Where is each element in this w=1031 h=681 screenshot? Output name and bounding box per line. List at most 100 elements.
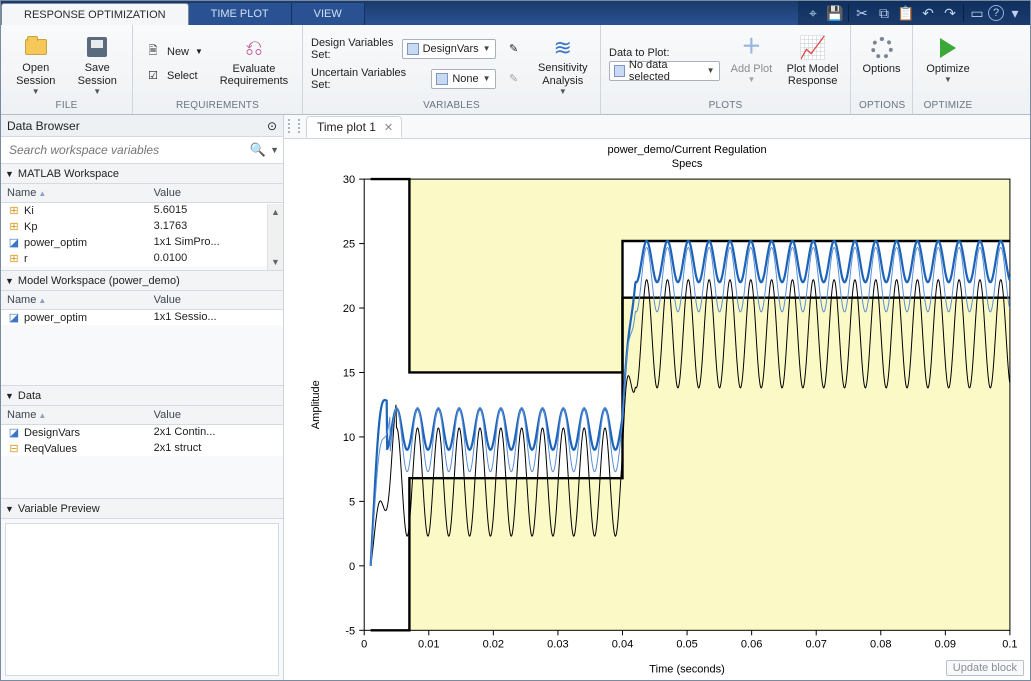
table-row[interactable]: ◪power_optim1x1 Sessio...: [1, 309, 283, 325]
pencil-icon: ✎: [506, 41, 522, 57]
options-button[interactable]: Options: [859, 31, 904, 97]
toolstrip-group-requirements: 🗎 New ▼ ☑ Select ⎌ Evaluate Requirements…: [133, 25, 303, 114]
paste-icon[interactable]: 📋: [895, 2, 917, 24]
new-requirement-button[interactable]: 🗎 New ▼: [141, 41, 207, 63]
uncertain-vars-label: Uncertain Variables Set:: [311, 67, 425, 91]
svg-text:20: 20: [343, 303, 355, 315]
var-icon: ⊞: [7, 220, 21, 233]
table-row[interactable]: ⊞r0.0100: [1, 250, 283, 266]
label: Select: [167, 70, 198, 82]
edit-design-vars-button[interactable]: ✎: [502, 38, 526, 60]
update-block-button[interactable]: Update block: [946, 660, 1024, 676]
svg-text:0.06: 0.06: [741, 638, 762, 650]
table-row[interactable]: ⊞Ki5.6015: [1, 202, 283, 218]
svg-text:0.04: 0.04: [612, 638, 633, 650]
search-input[interactable]: [5, 141, 246, 159]
tab-time-plot[interactable]: TIME PLOT: [189, 3, 292, 25]
table-row[interactable]: ⊟ReqValues2x1 struct: [1, 440, 283, 456]
cut-icon[interactable]: ✂: [851, 2, 873, 24]
twisty-icon: ▼: [5, 169, 14, 179]
label: Optimize: [926, 63, 969, 76]
save-icon[interactable]: 💾: [824, 2, 846, 24]
col-name[interactable]: Name▲: [1, 406, 148, 424]
tab-view[interactable]: VIEW: [292, 3, 365, 25]
open-session-button[interactable]: Open Session ▼: [9, 31, 63, 97]
save-session-button[interactable]: Save Session ▼: [71, 31, 125, 97]
search-options-icon[interactable]: ▼: [270, 145, 279, 155]
select-requirement-button[interactable]: ☑ Select: [141, 65, 207, 87]
close-icon[interactable]: ✕: [384, 121, 393, 134]
folder-open-icon: [22, 35, 50, 61]
paramset-icon: [407, 43, 419, 55]
main-area: Data Browser ⊙ 🔍 ▼ ▼ MATLAB Workspace Na…: [1, 115, 1030, 680]
quick-access-toolbar: ⌖ 💾 ✂ ⧉ 📋 ↶ ↷ ▭ ? ▾: [798, 1, 1030, 25]
uncertain-vars-combo[interactable]: None ▼: [431, 69, 495, 89]
document-area: Time plot 1 ✕ 00.010.020.030.040.050.060…: [284, 115, 1030, 680]
doc-tab-time-plot-1[interactable]: Time plot 1 ✕: [306, 116, 402, 138]
plot-response-icon: 📈: [799, 35, 827, 61]
col-name[interactable]: Name▲: [1, 184, 148, 202]
var-icon: ⊞: [7, 252, 21, 265]
redo-icon[interactable]: ↷: [939, 2, 961, 24]
svg-text:0.05: 0.05: [676, 638, 697, 650]
label: Open Session: [16, 62, 55, 87]
copy-icon[interactable]: ⧉: [873, 2, 895, 24]
obj-icon: ◪: [7, 311, 21, 324]
label: Sensitivity Analysis: [538, 62, 588, 87]
tab-response-optimization[interactable]: RESPONSE OPTIMIZATION: [1, 3, 189, 25]
undo-icon[interactable]: ↶: [917, 2, 939, 24]
data-table: Name▲ Value ◪DesignVars2x1 Contin... ⊟Re…: [1, 406, 283, 456]
evaluate-requirements-button[interactable]: ⎌ Evaluate Requirements: [215, 31, 293, 97]
plus-icon: ＋: [737, 35, 765, 61]
add-plot-button: ＋ Add Plot ▼: [728, 31, 776, 97]
col-name[interactable]: Name▲: [1, 291, 148, 309]
help-icon[interactable]: ?: [988, 5, 1004, 21]
label: Evaluate Requirements: [220, 63, 288, 88]
tab-label: Time plot 1: [317, 120, 376, 134]
scrollbar[interactable]: ▲ ▼: [267, 204, 283, 270]
plot-model-response-button[interactable]: 📈 Plot Model Response: [783, 31, 842, 97]
col-value[interactable]: Value: [148, 406, 283, 424]
section-header[interactable]: ▼ Variable Preview: [1, 499, 283, 519]
toolstrip-group-file: Open Session ▼ Save Session ▼ FILE: [1, 25, 133, 114]
svg-text:0.01: 0.01: [418, 638, 439, 650]
tab-label: RESPONSE OPTIMIZATION: [24, 9, 166, 21]
section-title: MATLAB Workspace: [18, 168, 119, 180]
col-value[interactable]: Value: [148, 291, 283, 309]
data-icon: [614, 65, 625, 77]
svg-text:-5: -5: [345, 625, 355, 637]
section-title: Variable Preview: [18, 503, 100, 515]
table-row[interactable]: ◪DesignVars2x1 Contin...: [1, 424, 283, 440]
optimize-button[interactable]: Optimize ▼: [921, 31, 975, 97]
section-model-workspace: ▼ Model Workspace (power_demo) Name▲ Val…: [1, 270, 283, 385]
group-label: PLOTS: [609, 98, 842, 114]
layout-icon[interactable]: ▭: [966, 2, 988, 24]
scroll-down-icon[interactable]: ▼: [271, 254, 280, 270]
chevron-down-icon: ▼: [707, 66, 715, 75]
svg-text:30: 30: [343, 174, 355, 186]
plot-canvas[interactable]: 00.010.020.030.040.050.060.070.080.090.1…: [284, 139, 1030, 680]
scroll-up-icon[interactable]: ▲: [271, 204, 280, 220]
evaluate-icon: ⎌: [240, 35, 268, 61]
shortcut-icon[interactable]: ⌖: [802, 2, 824, 24]
svg-text:0.03: 0.03: [547, 638, 568, 650]
minimize-ribbon-icon[interactable]: ▾: [1004, 2, 1026, 24]
svg-text:15: 15: [343, 367, 355, 379]
data-to-plot-combo[interactable]: No data selected ▼: [609, 61, 720, 81]
dock-handle-icon[interactable]: [288, 119, 300, 133]
table-row[interactable]: ⊞Kp3.1763: [1, 218, 283, 234]
table-row[interactable]: ◪power_optim1x1 SimPro...: [1, 234, 283, 250]
twisty-icon: ▼: [5, 504, 14, 514]
section-header[interactable]: ▼ Data: [1, 386, 283, 406]
var-icon: ⊞: [7, 204, 21, 217]
section-header[interactable]: ▼ Model Workspace (power_demo): [1, 271, 283, 291]
title-tabstrip: RESPONSE OPTIMIZATION TIME PLOT VIEW ⌖ 💾…: [1, 1, 1030, 25]
sensitivity-analysis-button[interactable]: ≋ Sensitivity Analysis ▼: [534, 31, 592, 97]
design-vars-combo[interactable]: DesignVars ▼: [402, 39, 496, 59]
search-icon[interactable]: 🔍: [246, 142, 270, 158]
toolstrip-group-plots: Data to Plot: No data selected ▼ ＋ Add P…: [601, 25, 851, 114]
label: Options: [863, 63, 901, 76]
section-header[interactable]: ▼ MATLAB Workspace: [1, 164, 283, 184]
col-value[interactable]: Value: [148, 184, 283, 202]
collapse-panel-icon[interactable]: ⊙: [267, 119, 277, 133]
